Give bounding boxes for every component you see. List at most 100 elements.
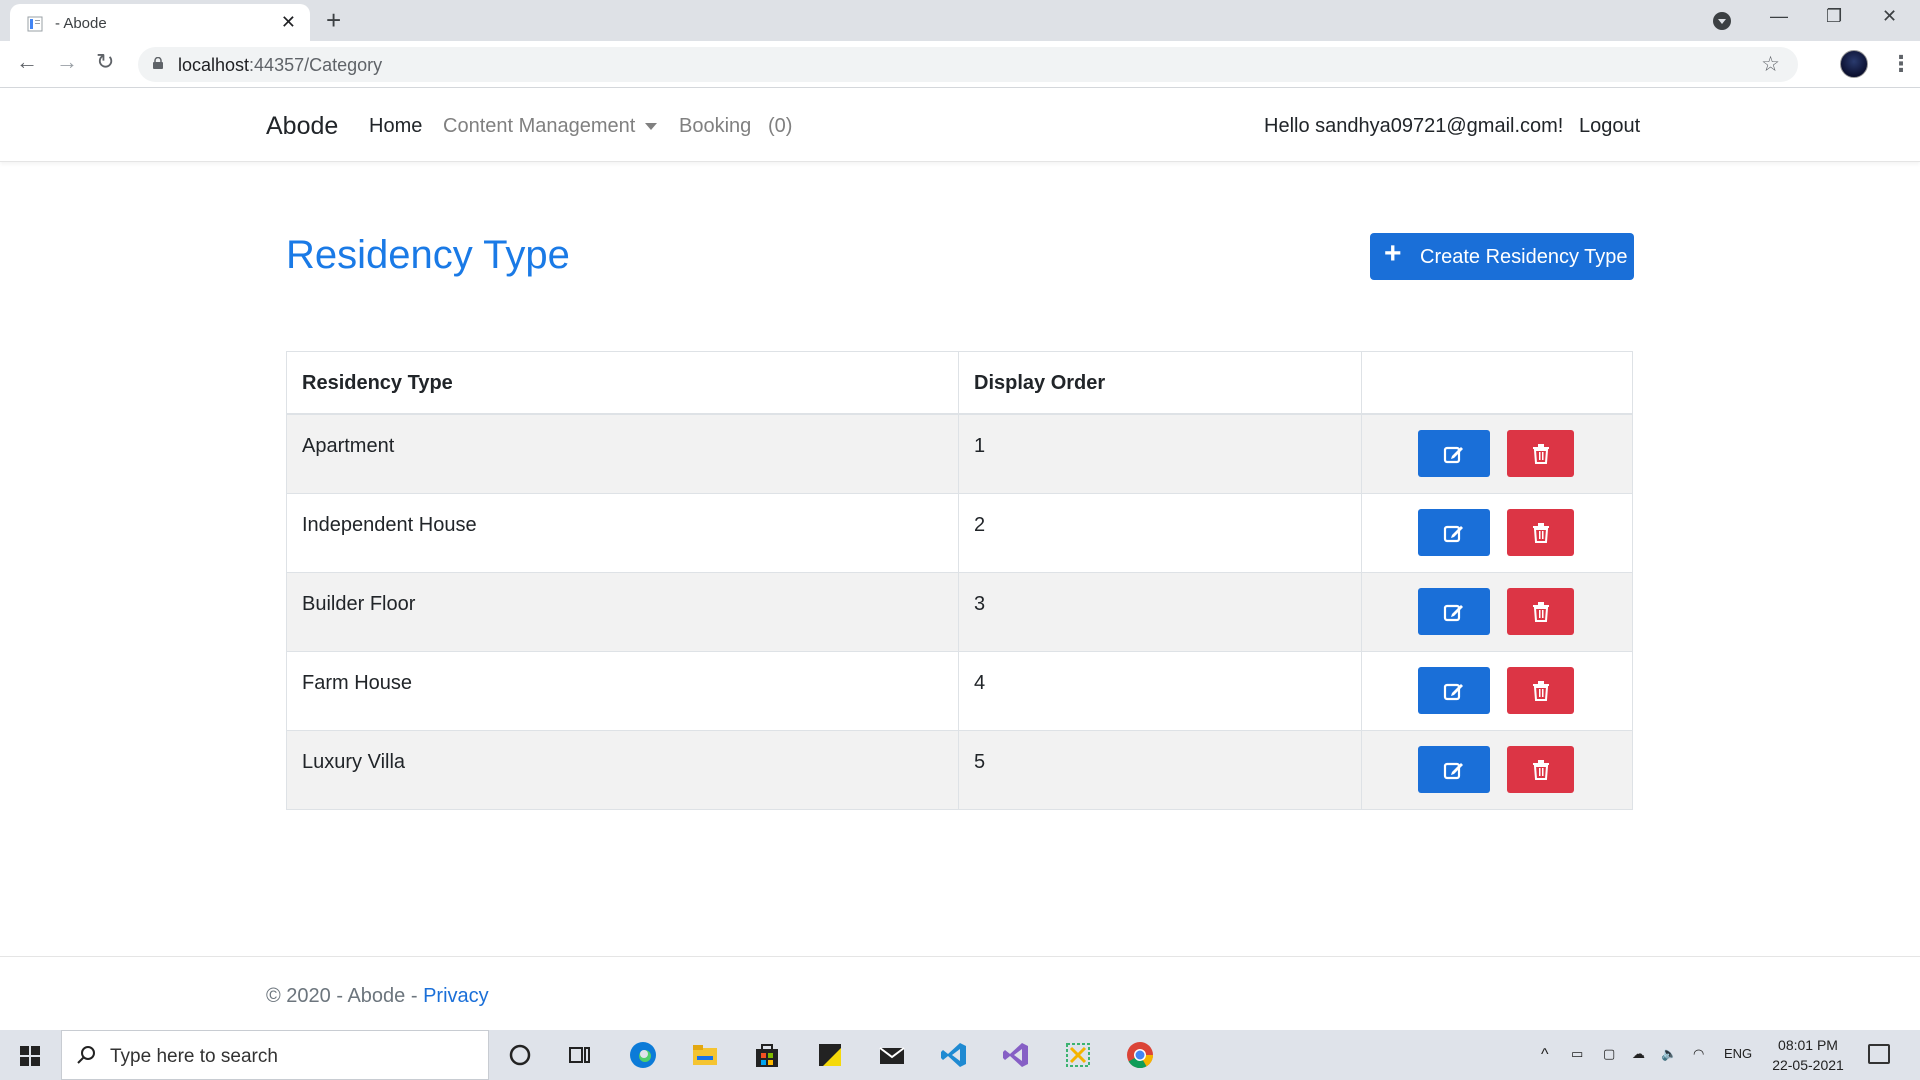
browser-tab-strip: - Abode ✕ + — ❐ ✕ (0, 0, 1920, 41)
battery-icon[interactable]: ▭ (1571, 1046, 1583, 1062)
edit-icon (1443, 604, 1463, 621)
create-button-label: Create Residency Type (1420, 246, 1628, 268)
lock-icon (153, 57, 163, 69)
tray-chevron-up-icon[interactable]: ^ (1541, 1046, 1549, 1064)
user-greeting[interactable]: Hello sandhya09721@gmail.com! (1264, 115, 1563, 138)
search-placeholder: Type here to search (110, 1046, 278, 1067)
bookmark-star-icon[interactable]: ☆ (1761, 52, 1780, 77)
plus-icon: + (1384, 237, 1402, 270)
edit-icon (1443, 762, 1463, 779)
minimize-button[interactable]: — (1770, 6, 1788, 27)
delete-button[interactable] (1507, 588, 1574, 635)
edit-button[interactable] (1418, 746, 1490, 793)
residency-type-cell: Luxury Villa (287, 731, 959, 809)
clock-date: 22-05-2021 (1772, 1057, 1844, 1073)
page-icon (27, 16, 43, 32)
address-toolbar: ← → ↻ localhost:44357/Category ☆ ⋮ (0, 41, 1920, 88)
actions-cell (1362, 652, 1634, 730)
trash-icon (1532, 522, 1549, 543)
vscode-icon[interactable] (939, 1040, 969, 1070)
reload-icon[interactable]: ↻ (96, 51, 114, 73)
edit-button[interactable] (1418, 509, 1490, 556)
residency-type-cell: Independent House (287, 494, 959, 572)
app-navbar: Abode Home Content Management Booking (0… (0, 88, 1920, 162)
delete-button[interactable] (1507, 509, 1574, 556)
nav-content-management[interactable]: Content Management (443, 115, 658, 138)
new-tab-button[interactable]: + (326, 7, 341, 33)
display-order-cell: 5 (959, 731, 1362, 809)
page-title: Residency Type (286, 233, 570, 277)
privacy-link[interactable]: Privacy (423, 985, 489, 1007)
profile-avatar[interactable] (1840, 50, 1868, 78)
table-row: Apartment 1 (287, 414, 1632, 493)
actions-cell (1362, 494, 1634, 572)
edit-icon (1443, 683, 1463, 700)
maximize-button[interactable]: ❐ (1826, 6, 1842, 27)
page-footer: © 2020 - Abode - Privacy (0, 956, 1920, 1030)
header-display-order: Display Order (959, 352, 1362, 413)
edit-button[interactable] (1418, 430, 1490, 477)
mail-icon[interactable] (877, 1040, 907, 1070)
header-residency-type: Residency Type (287, 352, 959, 413)
wifi-icon[interactable]: ◠ (1693, 1046, 1704, 1062)
display-order-cell: 4 (959, 652, 1362, 730)
browser-tab[interactable]: - Abode ✕ (10, 4, 310, 41)
create-residency-type-button[interactable]: + Create Residency Type (1370, 233, 1634, 280)
onedrive-icon[interactable]: ☁ (1632, 1046, 1645, 1062)
logout-link[interactable]: Logout (1579, 115, 1640, 138)
edit-button[interactable] (1418, 667, 1490, 714)
task-view-icon[interactable] (565, 1040, 595, 1070)
close-tab-icon[interactable]: ✕ (281, 13, 296, 31)
meet-now-icon[interactable]: ▢ (1603, 1046, 1615, 1062)
nav-home[interactable]: Home (369, 115, 422, 138)
residency-type-cell: Builder Floor (287, 573, 959, 651)
language-indicator[interactable]: ENG (1724, 1046, 1752, 1061)
clock-time: 08:01 PM (1778, 1037, 1838, 1053)
forward-icon[interactable]: → (56, 51, 78, 73)
chevron-down-icon (645, 123, 658, 131)
display-order-cell: 1 (959, 415, 1362, 493)
taskbar-clock[interactable]: 08:01 PM 22-05-2021 (1768, 1035, 1848, 1075)
edit-icon (1443, 525, 1463, 542)
tab-title: - Abode (55, 15, 107, 32)
volume-icon[interactable]: 🔈 (1661, 1046, 1677, 1062)
actions-cell (1362, 415, 1634, 493)
taskbar-search[interactable]: Type here to search (61, 1030, 489, 1080)
sticky-notes-icon[interactable] (815, 1040, 845, 1070)
table-header-row: Residency Type Display Order (287, 352, 1632, 414)
table-row: Farm House 4 (287, 651, 1632, 730)
search-icon (77, 1046, 95, 1064)
table-row: Luxury Villa 5 (287, 730, 1632, 809)
display-order-cell: 3 (959, 573, 1362, 651)
residency-type-table: Residency Type Display Order Apartment 1… (286, 351, 1633, 810)
address-bar[interactable]: localhost:44357/Category ☆ (138, 47, 1798, 82)
table-row: Builder Floor 3 (287, 572, 1632, 651)
file-explorer-icon[interactable] (690, 1040, 720, 1070)
residency-type-cell: Apartment (287, 415, 959, 493)
residency-type-cell: Farm House (287, 652, 959, 730)
delete-button[interactable] (1507, 430, 1574, 477)
brand-link[interactable]: Abode (266, 112, 338, 141)
delete-button[interactable] (1507, 667, 1574, 714)
store-icon[interactable] (752, 1040, 782, 1070)
windows-start-icon[interactable] (20, 1046, 40, 1066)
cortana-icon[interactable] (505, 1040, 535, 1070)
trash-icon (1532, 443, 1549, 464)
url-text: localhost:44357/Category (178, 55, 383, 75)
back-icon[interactable]: ← (16, 51, 38, 73)
notifications-icon[interactable] (1868, 1044, 1890, 1064)
trash-icon (1532, 680, 1549, 701)
nav-booking[interactable]: Booking (679, 115, 751, 138)
edit-button[interactable] (1418, 588, 1490, 635)
trash-icon (1532, 759, 1549, 780)
chrome-icon[interactable] (1125, 1040, 1155, 1070)
visual-studio-icon[interactable] (1001, 1040, 1031, 1070)
close-window-button[interactable]: ✕ (1882, 6, 1897, 27)
snipping-tool-icon[interactable] (1063, 1040, 1093, 1070)
actions-cell (1362, 573, 1634, 651)
tab-search-icon[interactable] (1713, 12, 1731, 30)
edge-browser-icon[interactable] (628, 1040, 658, 1070)
delete-button[interactable] (1507, 746, 1574, 793)
browser-menu-icon[interactable]: ⋮ (1890, 51, 1912, 77)
header-actions (1362, 352, 1634, 413)
